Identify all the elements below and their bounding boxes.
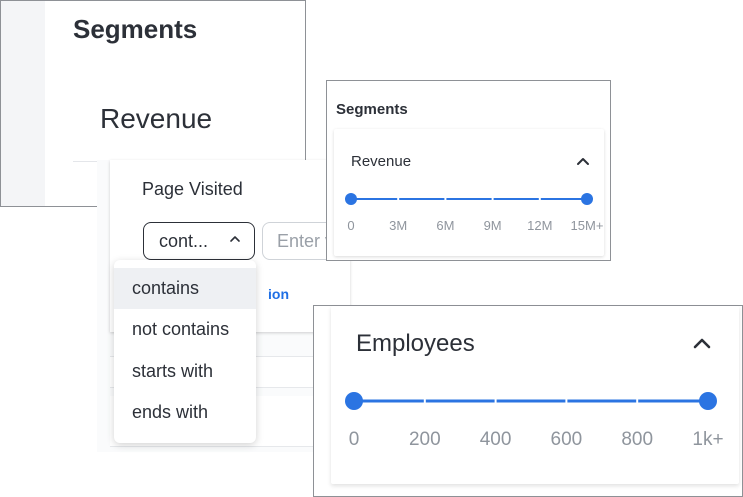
employees-range-slider[interactable]: 0 200 400 600 800 1k+ (344, 388, 734, 458)
chevron-up-icon[interactable] (692, 335, 712, 351)
add-condition-link[interactable]: ion (268, 286, 289, 302)
slider-tick-label: 12M (527, 218, 552, 233)
slider-tick-label: 3M (389, 218, 407, 233)
slider-handle-min[interactable] (345, 392, 363, 410)
slider-tick-label: 6M (436, 218, 454, 233)
slider-handle-min[interactable] (345, 193, 357, 205)
slider-tick-label: 1k+ (692, 429, 723, 450)
slider-tick-label: 200 (409, 429, 441, 450)
slider-handle-max[interactable] (699, 392, 717, 410)
revenue-label[interactable]: Revenue (100, 103, 212, 135)
chevron-up-icon[interactable] (576, 155, 590, 167)
revenue-slider-panel: Segments Revenue 0 3M 6M 9M 12M 15M+ (326, 80, 611, 261)
slider-tick-label: 800 (621, 429, 653, 450)
slider-tick-label: 9M (484, 218, 502, 233)
menu-option-ends-with[interactable]: ends with (114, 392, 256, 433)
operator-dropdown-menu: contains not contains starts with ends w… (114, 260, 256, 443)
slider-tick-label: 15M+ (571, 218, 604, 233)
segments-title: Segments (73, 14, 198, 44)
menu-option-starts-with[interactable]: starts with (114, 351, 256, 392)
filter-title: Page Visited (142, 179, 243, 199)
employees-label[interactable]: Employees (356, 330, 475, 358)
slider-handle-max[interactable] (581, 193, 593, 205)
revenue-label[interactable]: Revenue (351, 153, 411, 170)
employees-slider-panel: Employees 0 200 400 600 800 1k+ (313, 305, 743, 497)
segments-title: Segments (336, 101, 408, 118)
sidebar-strip (1, 1, 45, 206)
slider-tick-label: 0 (347, 218, 354, 233)
slider-tick-label: 0 (349, 429, 360, 450)
menu-option-not-contains[interactable]: not contains (114, 309, 256, 350)
slider-tick-label: 400 (480, 429, 512, 450)
operator-select-value: cont... (159, 231, 209, 251)
operator-select[interactable]: cont... (143, 222, 255, 260)
revenue-range-slider[interactable]: 0 3M 6M 9M 12M 15M+ (343, 191, 605, 241)
menu-option-contains[interactable]: contains (114, 268, 256, 309)
chevron-up-icon (230, 236, 240, 242)
slider-tick-label: 600 (551, 429, 583, 450)
